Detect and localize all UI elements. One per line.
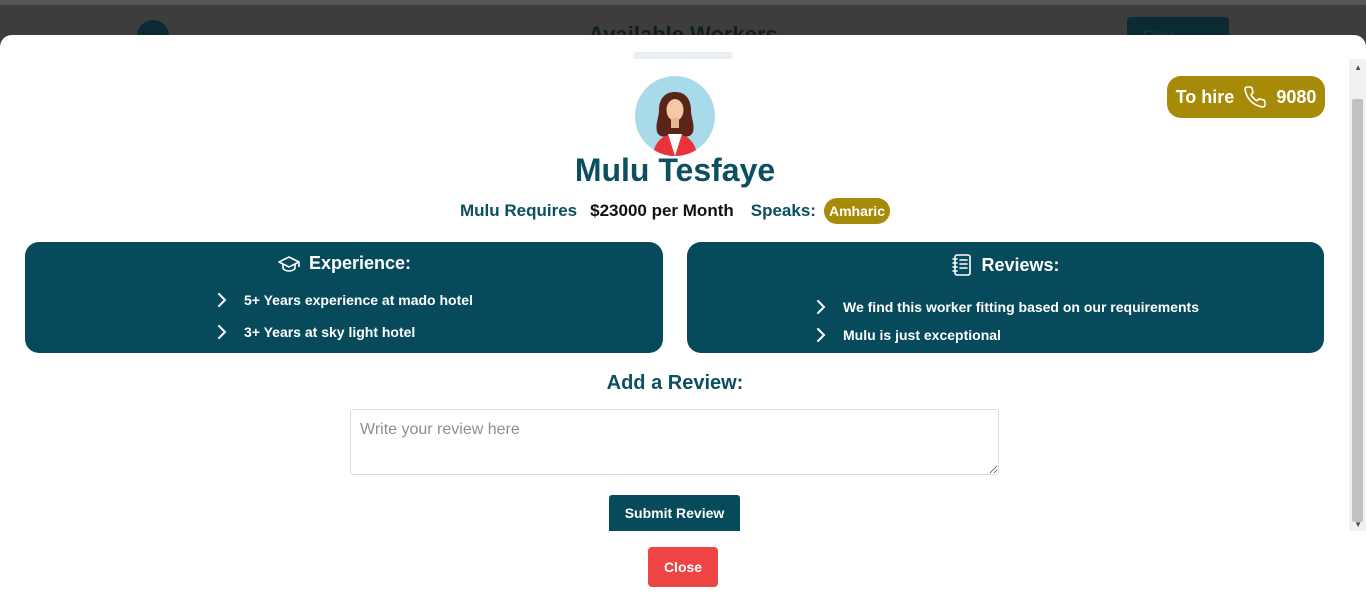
reviews-list: We find this worker fitting based on our… [687, 293, 1324, 349]
chevron-right-icon [816, 328, 826, 342]
chevron-right-icon [217, 293, 227, 307]
to-hire-button[interactable]: To hire 9080 [1167, 76, 1325, 118]
scrollbar[interactable]: ▲ ▼ [1349, 59, 1366, 531]
worker-meta-row: Mulu Requires $23000 per Month Speaks: A… [0, 198, 1350, 224]
experience-item-text: 5+ Years experience at mado hotel [244, 292, 473, 308]
close-button[interactable]: Close [648, 547, 718, 587]
review-item-text: Mulu is just exceptional [843, 327, 1001, 343]
salary-value: $23000 per Month [590, 201, 734, 220]
notebook-icon [951, 253, 973, 277]
experience-item-text: 3+ Years at sky light hotel [244, 324, 416, 340]
submit-review-button[interactable]: Submit Review [609, 495, 740, 531]
language-badge: Amharic [823, 198, 890, 224]
review-item-text: We find this worker fitting based on our… [843, 299, 1200, 315]
experience-list: 5+ Years experience at mado hotel 3+ Yea… [25, 284, 663, 348]
phone-icon [1243, 85, 1267, 109]
requires-label: Mulu Requires [460, 201, 578, 220]
experience-title: Experience: [308, 253, 412, 273]
scrollbar-thumb[interactable] [1352, 99, 1363, 522]
reviews-heading: Reviews: [687, 253, 1324, 277]
list-item: 5+ Years experience at mado hotel [25, 284, 663, 316]
chevron-right-icon [217, 325, 227, 339]
browser-top-edge [0, 0, 1366, 5]
list-item: 3+ Years at sky light hotel [25, 316, 663, 348]
hire-phone-number: 9080 [1276, 86, 1317, 107]
reviews-card: Reviews: We find this worker fitting bas… [687, 242, 1324, 353]
list-item: Mulu is just exceptional [687, 321, 1324, 349]
scroll-up-arrow-icon[interactable]: ▲ [1354, 63, 1362, 72]
experience-heading: Experience: [25, 253, 663, 274]
list-item: We find this worker fitting based on our… [687, 293, 1324, 321]
worker-detail-modal: ▲ ▼ To hire 9080 Mulu Tesfaye Mulu Requi… [0, 35, 1366, 604]
reviews-title: Reviews: [981, 254, 1060, 275]
avatar [635, 76, 715, 156]
scroll-down-arrow-icon[interactable]: ▼ [1354, 520, 1362, 529]
drag-handle[interactable] [633, 52, 733, 59]
add-review-heading: Add a Review: [606, 372, 744, 394]
speaks-label: Speaks: [750, 201, 816, 220]
graduation-cap-icon [277, 254, 301, 274]
review-input[interactable] [350, 409, 999, 475]
worker-name: Mulu Tesfaye [574, 152, 776, 188]
chevron-right-icon [816, 300, 826, 314]
to-hire-label: To hire [1175, 86, 1235, 107]
experience-card: Experience: 5+ Years experience at mado … [25, 242, 663, 353]
